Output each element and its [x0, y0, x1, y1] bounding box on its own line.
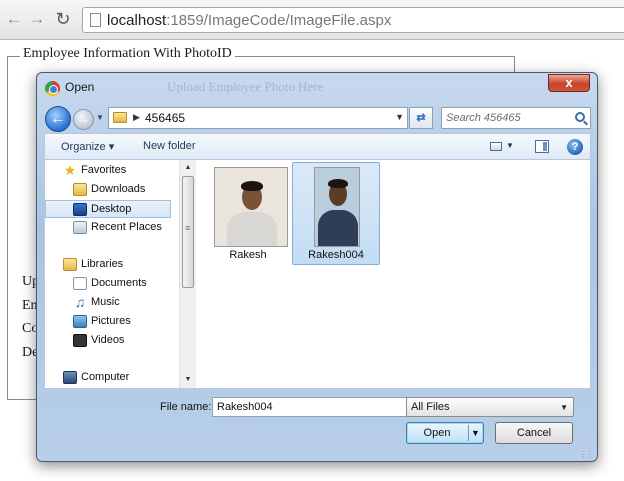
command-bar: Organize ▾ New folder ▼ ? [44, 133, 591, 159]
open-file-dialog: Open Upload Employee Photo Here x ← → ▼ … [36, 72, 598, 462]
close-button[interactable]: x [548, 74, 590, 92]
file-type-dropdown-icon[interactable]: ▼ [560, 403, 568, 412]
help-icon[interactable]: ? [567, 139, 583, 155]
breadcrumb-separator-icon[interactable]: ▶ [133, 112, 140, 123]
file-name-input[interactable] [217, 400, 407, 414]
file-list: Rakesh Rakesh004 [197, 160, 590, 388]
nav-pictures[interactable]: Pictures [45, 313, 171, 331]
pictures-icon [73, 315, 87, 328]
ghost-page-text: Upload Employee Photo Here [167, 79, 324, 94]
photo-thumbnail [214, 167, 288, 247]
view-dropdown-icon[interactable]: ▼ [506, 141, 514, 150]
search-input[interactable] [446, 110, 568, 126]
nav-music[interactable]: ♫ Music [45, 294, 171, 312]
breadcrumb-folder[interactable]: 456465 [145, 111, 185, 125]
file-name: Rakesh [229, 249, 267, 261]
navigation-pane: ★ Favorites Downloads Desktop Recent Pla… [45, 160, 179, 388]
desktop-icon [73, 203, 87, 216]
browser-toolbar: ← → ↻ localhost:1859/ImageCode/ImageFile… [0, 0, 624, 40]
nav-videos[interactable]: Videos [45, 332, 171, 350]
file-name-combobox[interactable]: ▼ [212, 397, 433, 417]
folder-path-bar[interactable]: ▶ 456465 ▼ [108, 107, 408, 129]
browser-forward-icon[interactable]: → [27, 8, 47, 30]
browser-back-icon[interactable]: ← [4, 8, 24, 30]
path-dropdown-icon[interactable]: ▼ [395, 112, 404, 122]
folder-icon [113, 112, 127, 123]
address-bar[interactable]: localhost:1859/ImageCode/ImageFile.aspx [82, 7, 624, 33]
resize-grip-icon[interactable]: ⋮⋮ [579, 450, 594, 459]
nav-favorites[interactable]: ★ Favorites [45, 162, 171, 180]
documents-icon [73, 277, 87, 290]
nav-documents[interactable]: Documents [45, 275, 171, 293]
music-icon: ♫ [74, 294, 86, 310]
change-view-icon[interactable] [490, 142, 502, 151]
recent-places-icon [73, 221, 87, 234]
open-button-label: Open [423, 427, 451, 439]
file-type-value: All Files [411, 401, 450, 413]
scroll-down-icon[interactable]: ▼ [180, 372, 196, 388]
search-box[interactable] [441, 107, 591, 129]
grip-icon: ≡ [185, 223, 191, 233]
browser-reload-icon[interactable]: ↻ [53, 8, 73, 30]
libraries-icon [63, 258, 77, 271]
dialog-content: ★ Favorites Downloads Desktop Recent Pla… [44, 159, 591, 389]
nav-computer[interactable]: Computer [45, 369, 171, 387]
nav-recent-places[interactable]: Recent Places [45, 219, 171, 237]
refresh-button[interactable]: ⇄ [409, 107, 433, 129]
open-button[interactable]: Open ▼ [406, 422, 484, 444]
file-tile-rakesh004[interactable]: Rakesh004 [292, 162, 380, 265]
file-tile-rakesh[interactable]: Rakesh [204, 162, 292, 265]
new-folder-button[interactable]: New folder [143, 140, 196, 152]
downloads-folder-icon [73, 183, 87, 196]
history-dropdown-icon[interactable]: ▼ [96, 113, 104, 122]
open-split-dropdown-icon[interactable]: ▼ [468, 425, 482, 441]
url-text: localhost:1859/ImageCode/ImageFile.aspx [107, 12, 392, 29]
dialog-title: Open [65, 80, 95, 94]
nav-libraries[interactable]: Libraries [45, 256, 171, 274]
file-name: Rakesh004 [308, 249, 364, 261]
scrollbar-thumb[interactable]: ≡ [182, 176, 194, 288]
page-icon [90, 13, 101, 27]
preview-pane-icon[interactable] [535, 140, 549, 153]
search-icon[interactable] [575, 112, 585, 122]
photo-thumbnail [314, 167, 360, 247]
nav-desktop[interactable]: Desktop [45, 200, 171, 218]
scroll-up-icon[interactable]: ▲ [180, 160, 196, 176]
fieldset-legend: Employee Information With PhotoID [20, 46, 235, 62]
nav-downloads[interactable]: Downloads [45, 181, 171, 199]
file-type-select[interactable]: All Files ▼ [406, 397, 574, 417]
forward-arrow-icon[interactable]: → [73, 109, 94, 130]
navigation-scrollbar[interactable]: ▲ ≡ ▼ [179, 160, 196, 388]
star-icon: ★ [63, 162, 77, 178]
organize-menu[interactable]: Organize ▾ [61, 140, 114, 153]
back-arrow-icon[interactable]: ← [45, 106, 71, 132]
computer-icon [63, 371, 77, 384]
chrome-icon [45, 81, 60, 96]
file-name-label: File name: [160, 401, 212, 413]
videos-icon [73, 334, 87, 347]
cancel-button[interactable]: Cancel [495, 422, 573, 444]
